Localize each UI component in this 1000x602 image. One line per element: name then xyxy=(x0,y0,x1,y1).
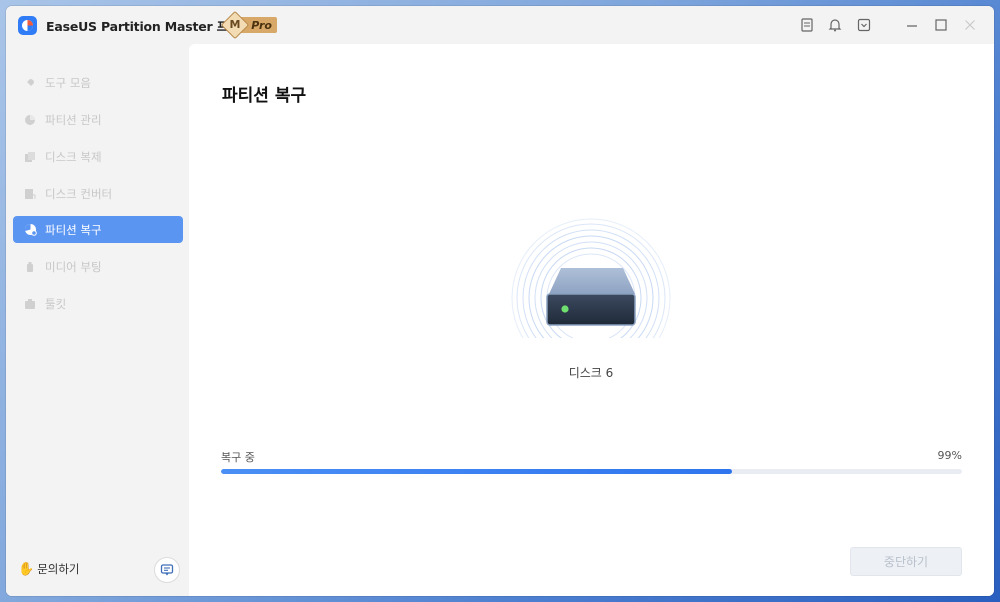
sidebar-item-toolkit[interactable]: 툴킷 xyxy=(13,290,183,317)
sidebar-item-disk-converter[interactable]: 디스크 컨버터 xyxy=(13,180,183,207)
chat-button[interactable] xyxy=(154,557,180,583)
waving-hand-icon: ✋ xyxy=(18,561,35,577)
sidebar-item-label: 도구 모음 xyxy=(45,75,91,90)
maximize-icon[interactable] xyxy=(933,17,949,33)
pro-badge: Pro M xyxy=(220,10,279,40)
sidebar-item-label: 디스크 컨버터 xyxy=(45,186,113,201)
page-title: 파티션 복구 xyxy=(222,86,307,106)
disk-illustration xyxy=(511,218,671,378)
contact-label: 문의하기 xyxy=(37,562,80,576)
sidebar-item-partition-recovery[interactable]: 파티션 복구 xyxy=(13,216,183,243)
sidebar-item-disk-clone[interactable]: 디스크 복제 xyxy=(13,143,183,170)
sidebar-item-media-boot[interactable]: 미디어 부팅 xyxy=(13,253,183,280)
sidebar-item-label: 디스크 복제 xyxy=(45,149,102,164)
rocket-icon xyxy=(23,76,37,90)
partition-recovery-icon xyxy=(23,223,37,237)
notes-icon[interactable] xyxy=(799,17,815,33)
disk-label: 디스크 6 xyxy=(568,366,614,380)
pro-badge-letter: M xyxy=(229,18,241,31)
progress-bar-fill xyxy=(221,469,733,474)
usb-icon xyxy=(23,260,37,274)
stop-button[interactable]: 중단하기 xyxy=(850,547,962,576)
dropdown-menu-icon[interactable] xyxy=(856,17,872,33)
toolkit-icon xyxy=(23,297,37,311)
sidebar-item-label: 미디어 부팅 xyxy=(45,259,102,274)
app-window: EaseUS Partition Master 프로 버전 Pro M 도구 모… xyxy=(6,6,994,596)
pie-chart-icon xyxy=(23,113,37,127)
progress-percent: 99% xyxy=(937,449,962,462)
convert-icon xyxy=(23,187,37,201)
sidebar: 도구 모음 파티션 관리 디스크 복제 디스크 컨버터 파티션 복구 미디어 부… xyxy=(6,44,189,596)
sidebar-item-label: 툴킷 xyxy=(45,296,67,311)
app-logo-icon xyxy=(18,16,37,35)
main-panel: 파티션 복구 디스크 6 복구 중 99% 중단하기 xyxy=(189,44,994,596)
sidebar-item-tools[interactable]: 도구 모음 xyxy=(13,69,183,96)
minimize-icon[interactable] xyxy=(904,17,920,33)
title-bar: EaseUS Partition Master 프로 버전 Pro M xyxy=(6,6,994,44)
chat-icon xyxy=(160,564,174,576)
sidebar-item-label: 파티션 복구 xyxy=(45,222,102,237)
close-icon[interactable] xyxy=(962,17,978,33)
copy-icon xyxy=(23,150,37,164)
pro-badge-logo: M xyxy=(220,10,250,40)
hard-drive-icon xyxy=(511,218,671,338)
bell-icon[interactable] xyxy=(827,17,843,33)
progress-bar xyxy=(221,469,962,474)
sidebar-item-partition-manager[interactable]: 파티션 관리 xyxy=(13,106,183,133)
led-indicator-icon xyxy=(561,305,569,313)
sidebar-item-label: 파티션 관리 xyxy=(45,112,102,127)
progress-label: 복구 중 xyxy=(221,451,255,464)
contact-link[interactable]: ✋ 문의하기 xyxy=(18,561,80,577)
